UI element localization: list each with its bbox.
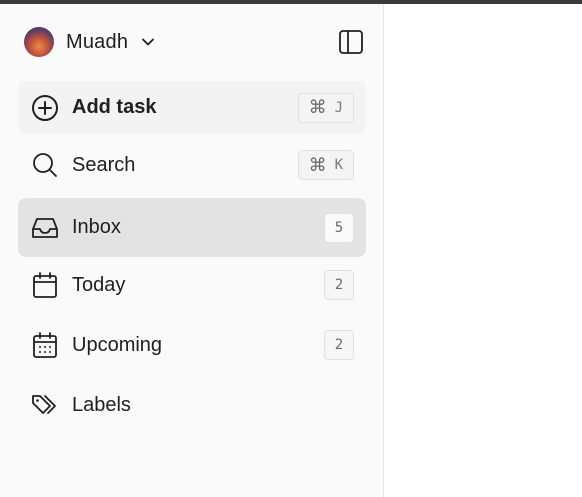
profile-name: Muadh	[66, 30, 129, 53]
count-badge: 2	[324, 270, 354, 300]
sidebar-nav: Add task ⌘ J Search ⌘ K Inbox 5 Today 2 …	[18, 81, 366, 438]
sidebar: Muadh Add task ⌘ J Search ⌘ K Inbox 5 To…	[0, 4, 384, 497]
avatar	[24, 27, 54, 57]
shortcut-key: K	[334, 157, 343, 173]
calendar-icon	[31, 271, 59, 299]
count-badge: 5	[324, 212, 354, 243]
chevron-down-icon	[142, 38, 155, 46]
sidebar-toggle-icon[interactable]	[338, 29, 364, 55]
main-content	[385, 4, 582, 497]
sidebar-item-upcoming[interactable]: Upcoming 2	[18, 318, 366, 372]
shortcut-badge: ⌘ J	[297, 92, 354, 123]
command-key-icon: ⌘	[308, 154, 327, 176]
sidebar-item-today[interactable]: Today 2	[18, 258, 366, 312]
command-key-icon: ⌘	[308, 97, 327, 118]
sidebar-item-label: Inbox	[72, 216, 121, 238]
sidebar-item-search[interactable]: Search ⌘ K	[18, 138, 366, 192]
shortcut-badge: ⌘ K	[297, 150, 354, 180]
shortcut-key: J	[334, 99, 343, 116]
add-task-label: Add task	[72, 96, 157, 118]
profile-menu-button[interactable]: Muadh	[24, 27, 156, 57]
calendar-grid-icon	[31, 331, 59, 359]
search-icon	[31, 151, 59, 179]
sidebar-item-labels[interactable]: Labels	[18, 378, 366, 432]
sidebar-item-label: Today	[72, 273, 126, 296]
count-badge: 2	[324, 330, 354, 360]
inbox-icon	[31, 214, 59, 242]
sidebar-item-label: Upcoming	[72, 333, 163, 356]
tag-icon	[31, 391, 59, 419]
plus-circle-icon	[31, 94, 59, 122]
sidebar-item-inbox[interactable]: Inbox 5	[18, 198, 366, 257]
add-task-button[interactable]: Add task ⌘ J	[18, 81, 366, 134]
sidebar-item-label: Labels	[72, 393, 131, 416]
sidebar-item-label: Search	[72, 153, 136, 176]
